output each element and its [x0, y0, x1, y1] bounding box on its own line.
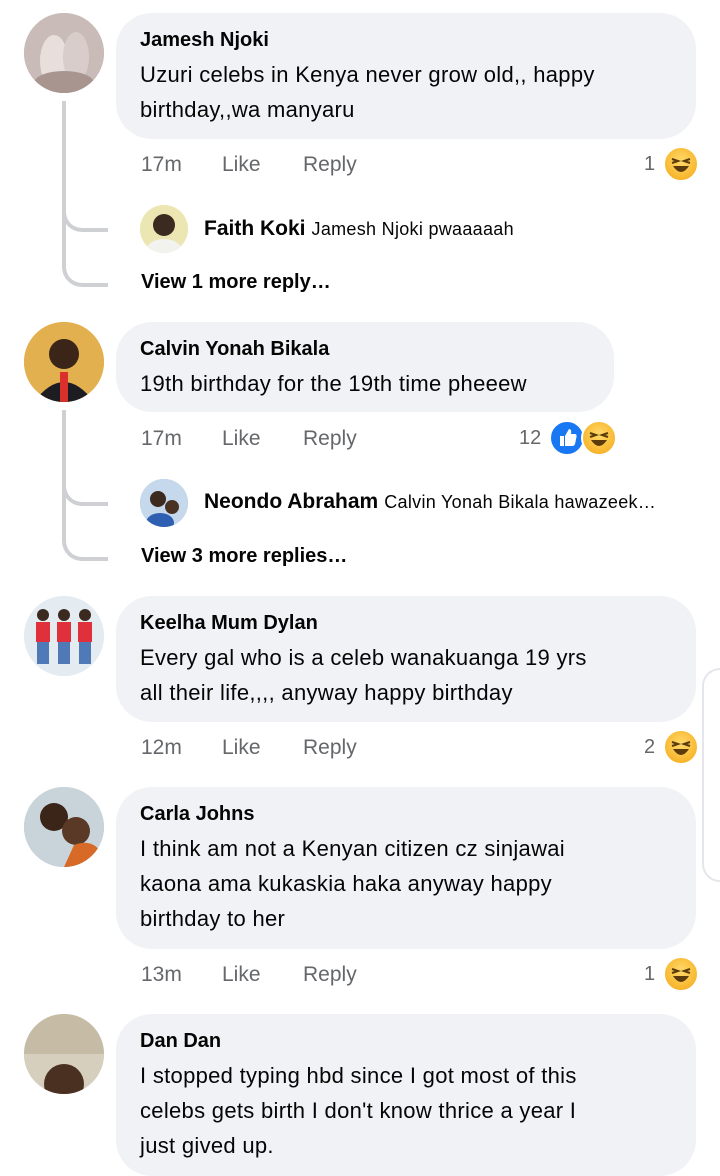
like-button[interactable]: Like — [222, 427, 261, 451]
view-more-replies[interactable]: View 1 more reply… — [141, 271, 331, 294]
haha-icon[interactable] — [663, 729, 699, 765]
like-icon[interactable] — [549, 420, 585, 456]
reply-author[interactable]: Neondo Abraham — [204, 490, 378, 513]
like-button[interactable]: Like — [222, 963, 261, 987]
reply-button[interactable]: Reply — [303, 153, 357, 177]
avatar-calvin-yonah-bikala[interactable] — [24, 322, 104, 402]
reply-button[interactable]: Reply — [303, 963, 357, 987]
comment-text: birthday to her — [140, 906, 286, 931]
comment-bubble[interactable]: Carla Johns I think am not a Kenyan citi… — [116, 787, 696, 949]
reply-item[interactable]: Faith Koki Jamesh Njoki pwaaaaah — [204, 217, 514, 241]
reaction-count[interactable]: 2 — [644, 736, 655, 759]
comment-author[interactable]: Dan Dan — [140, 1028, 672, 1054]
like-button[interactable]: Like — [222, 153, 261, 177]
reply-button[interactable]: Reply — [303, 427, 357, 451]
haha-icon[interactable] — [581, 420, 617, 456]
comment-bubble[interactable]: Dan Dan I stopped typing hbd since I got… — [116, 1014, 696, 1176]
timestamp[interactable]: 17m — [141, 427, 182, 451]
haha-icon[interactable] — [663, 956, 699, 992]
thread-line — [62, 101, 108, 287]
reply-button[interactable]: Reply — [303, 736, 357, 760]
comment-author[interactable]: Jamesh Njoki — [140, 27, 672, 53]
comment-text: Uzuri celebs in Kenya never grow old,, h… — [140, 62, 595, 87]
comment-author[interactable]: Calvin Yonah Bikala — [140, 336, 590, 362]
reaction-count[interactable]: 12 — [519, 427, 541, 450]
comment-author[interactable]: Carla Johns — [140, 801, 672, 827]
view-more-replies[interactable]: View 3 more replies… — [141, 545, 347, 568]
comment-text: just gived up. — [140, 1133, 274, 1158]
reply-item[interactable]: Neondo Abraham Calvin Yonah Bikala hawaze… — [204, 490, 656, 514]
comment-text: I think am not a Kenyan citizen cz sinja… — [140, 836, 565, 861]
scroll-handle[interactable] — [702, 668, 720, 882]
comment-text: celebs gets birth I don't know thrice a … — [140, 1098, 577, 1123]
avatar-jamesh-njoki[interactable] — [24, 13, 104, 93]
comment-text: Every gal who is a celeb wanakuanga 19 y… — [140, 645, 587, 670]
timestamp[interactable]: 13m — [141, 963, 182, 987]
comment-text: I stopped typing hbd since I got most of… — [140, 1063, 577, 1088]
comment-bubble[interactable]: Keelha Mum Dylan Every gal who is a cele… — [116, 596, 696, 722]
reply-author[interactable]: Faith Koki — [204, 217, 306, 240]
reply-text: Calvin Yonah Bikala hawazeek… — [384, 492, 657, 512]
comment-text: 19th birthday for the 19th time pheeew — [140, 371, 527, 396]
reaction-count[interactable]: 1 — [644, 153, 655, 176]
comment-text: kaona ama kukaskia haka anyway happy — [140, 871, 552, 896]
timestamp[interactable]: 12m — [141, 736, 182, 760]
comment-bubble[interactable]: Calvin Yonah Bikala 19th birthday for th… — [116, 322, 614, 412]
reply-text: Jamesh Njoki pwaaaaah — [311, 219, 514, 239]
comment-text: birthday,,wa manyaru — [140, 97, 355, 122]
comment-author[interactable]: Keelha Mum Dylan — [140, 610, 672, 636]
comment-text: all their life,,,, anyway happy birthday — [140, 680, 513, 705]
avatar-keelha-mum-dylan[interactable] — [24, 596, 104, 676]
comment-bubble[interactable]: Jamesh Njoki Uzuri celebs in Kenya never… — [116, 13, 696, 139]
thread-line — [62, 410, 108, 561]
like-button[interactable]: Like — [222, 736, 261, 760]
avatar-carla-johns[interactable] — [24, 787, 104, 867]
reaction-count[interactable]: 1 — [644, 963, 655, 986]
haha-icon[interactable] — [663, 146, 699, 182]
timestamp[interactable]: 17m — [141, 153, 182, 177]
avatar-faith-koki[interactable] — [140, 205, 188, 253]
avatar-neondo-abraham[interactable] — [140, 479, 188, 527]
avatar-dan-dan[interactable] — [24, 1014, 104, 1094]
